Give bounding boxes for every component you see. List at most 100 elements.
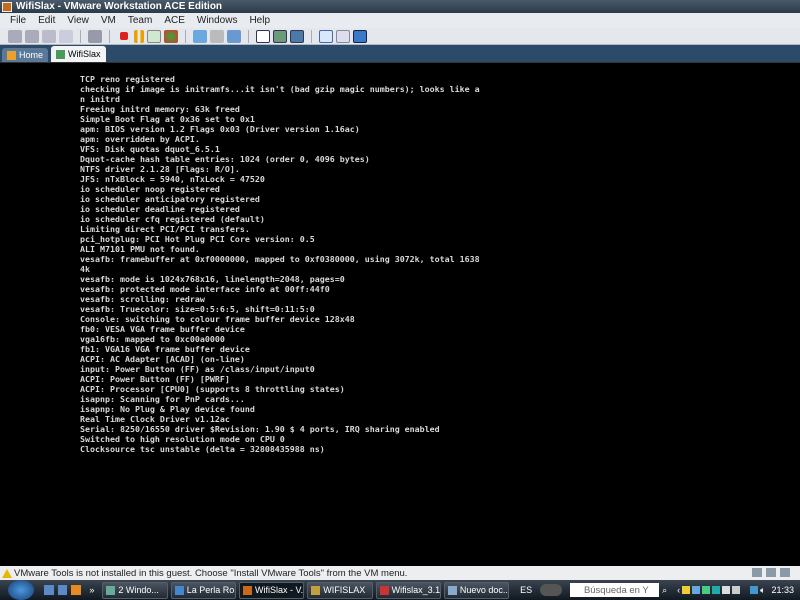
quick-switch-icon[interactable] — [273, 29, 287, 43]
window-title: WifiSlax - VMware Workstation ACE Editio… — [16, 1, 223, 12]
console-line: vesafb: scrolling: redraw — [80, 294, 205, 304]
quick-launch-overflow-icon[interactable]: » — [89, 585, 94, 595]
vm-console[interactable]: TCP reno registered checking if image is … — [0, 62, 800, 566]
network-icon[interactable] — [750, 586, 759, 594]
console-line: Freeing initrd memory: 63k freed — [80, 104, 240, 114]
tray-expand-icon[interactable]: ‹ — [677, 585, 680, 595]
console-line: isapnp: No Plug & Play device found — [80, 404, 255, 414]
console-output: TCP reno registered checking if image is … — [80, 74, 480, 454]
message-log-icon[interactable] — [780, 568, 790, 577]
taskbar-item-active[interactable]: WifiSlax - V... — [238, 581, 305, 599]
menu-vm[interactable]: VM — [101, 15, 116, 26]
tray-icon[interactable] — [732, 586, 741, 594]
tray-icon[interactable] — [712, 586, 721, 594]
new-vm-icon[interactable] — [8, 29, 22, 43]
tab-label: WifiSlax — [68, 49, 101, 59]
menu-edit[interactable]: Edit — [38, 15, 55, 26]
snapshot-manager-icon[interactable] — [227, 29, 241, 43]
warning-icon — [2, 568, 12, 578]
menu-bar: File Edit View VM Team ACE Windows Help — [0, 13, 800, 28]
power-on-icon[interactable] — [147, 29, 161, 43]
taskbar-item[interactable]: WIFISLAX — [307, 581, 373, 599]
separator — [185, 29, 186, 43]
console-line: vesafb: protected mode interface info at… — [80, 284, 330, 294]
console-line: Dquot-cache hash table entries: 1024 (or… — [80, 154, 370, 164]
volume-icon[interactable]: 🔈︎ — [760, 585, 765, 596]
tab-wifislax[interactable]: WifiSlax — [51, 46, 106, 62]
console-line: Console: switching to colour frame buffe… — [80, 314, 355, 324]
suspend-icon[interactable] — [134, 29, 144, 43]
search-icon[interactable]: ⌕ — [662, 585, 667, 596]
console-line: vesafb: Truecolor: size=0:5:6:5, shift=0… — [80, 304, 315, 314]
taskbar-item[interactable]: La Perla Ro... — [170, 581, 236, 599]
console-line: fb1: VGA16 VGA frame buffer device — [80, 344, 250, 354]
summary-view-icon[interactable] — [336, 29, 350, 43]
toolbar — [0, 28, 800, 45]
network-device-icon[interactable] — [752, 568, 762, 577]
open-vm-icon[interactable] — [25, 29, 39, 43]
taskbar-item[interactable]: Wifislax_3.1... — [375, 581, 441, 599]
tray-icon[interactable] — [692, 586, 701, 594]
tray-icon[interactable] — [682, 586, 691, 594]
task-label: WIFISLAX — [323, 585, 366, 595]
console-line: Serial: 8250/16550 driver $Revision: 1.9… — [80, 424, 440, 434]
language-indicator[interactable]: ES — [520, 585, 532, 595]
menu-ace[interactable]: ACE — [164, 15, 185, 26]
sidebar-toggle-icon[interactable] — [256, 29, 270, 43]
console-line: NTFS driver 2.1.28 [Flags: R/O]. — [80, 164, 240, 174]
console-line: isapnp: Scanning for PnP cards... — [80, 394, 245, 404]
show-desktop-icon[interactable] — [43, 585, 54, 595]
snapshot-icon[interactable] — [193, 29, 207, 43]
full-screen-icon[interactable] — [290, 29, 304, 43]
console-line: vesafb: framebuffer at 0xf0000000, mappe… — [80, 254, 480, 264]
console-line: ACPI: AC Adapter [ACAD] (on-line) — [80, 354, 245, 364]
hp-icon[interactable] — [540, 584, 562, 596]
console-line: 4k — [80, 264, 90, 274]
console-line: Real Time Clock Driver v1.12ac — [80, 414, 230, 424]
team-icon[interactable] — [42, 29, 56, 43]
status-bar: VMware Tools is not installed in this gu… — [0, 566, 800, 580]
separator — [311, 29, 312, 43]
console-line: TCP reno registered — [80, 74, 175, 84]
taskbar-item[interactable]: 2 Windo... — [102, 581, 168, 599]
package-icon[interactable] — [59, 29, 73, 43]
console-line: Limiting direct PCI/PCI transfers. — [80, 224, 250, 234]
menu-help[interactable]: Help — [249, 15, 270, 26]
switch-windows-icon[interactable] — [57, 585, 68, 595]
console-line: io scheduler noop registered — [80, 184, 220, 194]
tab-bar: Home WifiSlax — [0, 45, 800, 62]
task-label: WifiSlax - V... — [254, 585, 305, 595]
reset-icon[interactable] — [164, 29, 178, 43]
start-button[interactable] — [8, 580, 34, 600]
menu-file[interactable]: File — [10, 15, 26, 26]
console-line: VFS: Disk quotas dquot_6.5.1 — [80, 144, 220, 154]
taskbar-item[interactable]: Nuevo doc... — [443, 581, 510, 599]
media-player-icon[interactable] — [71, 585, 82, 595]
console-line: Simple Boot Flag at 0x36 set to 0x1 — [80, 114, 255, 124]
tray-icon[interactable] — [702, 586, 711, 594]
task-label: Wifislax_3.1... — [391, 585, 441, 595]
taskbar: » 2 Windo... La Perla Ro... WifiSlax - V… — [0, 580, 800, 600]
console-line: n initrd — [80, 94, 120, 104]
search-input[interactable]: Búsqueda en Y — [569, 583, 660, 597]
console-line: io scheduler deadline registered — [80, 204, 240, 214]
separator — [109, 29, 110, 43]
tab-home[interactable]: Home — [2, 48, 49, 62]
vmware-tools-message[interactable]: VMware Tools is not installed in this gu… — [14, 568, 407, 579]
tray-icon[interactable] — [722, 586, 731, 594]
appliance-view-icon[interactable] — [353, 29, 367, 43]
task-label: Nuevo doc... — [459, 585, 510, 595]
console-line: ACPI: Processor [CPU0] (supports 8 throt… — [80, 384, 345, 394]
revert-snapshot-icon[interactable] — [210, 29, 224, 43]
power-off-icon[interactable] — [120, 32, 128, 40]
menu-windows[interactable]: Windows — [197, 15, 238, 26]
task-label: La Perla Ro... — [186, 585, 235, 595]
clock[interactable]: 21:33 — [772, 585, 795, 595]
title-bar: WifiSlax - VMware Workstation ACE Editio… — [0, 0, 800, 13]
hard-disk-icon[interactable] — [766, 568, 776, 577]
console-line: apm: BIOS version 1.2 Flags 0x03 (Driver… — [80, 124, 360, 134]
menu-team[interactable]: Team — [128, 15, 152, 26]
console-view-icon[interactable] — [319, 29, 333, 43]
settings-icon[interactable] — [88, 29, 102, 43]
menu-view[interactable]: View — [67, 15, 89, 26]
